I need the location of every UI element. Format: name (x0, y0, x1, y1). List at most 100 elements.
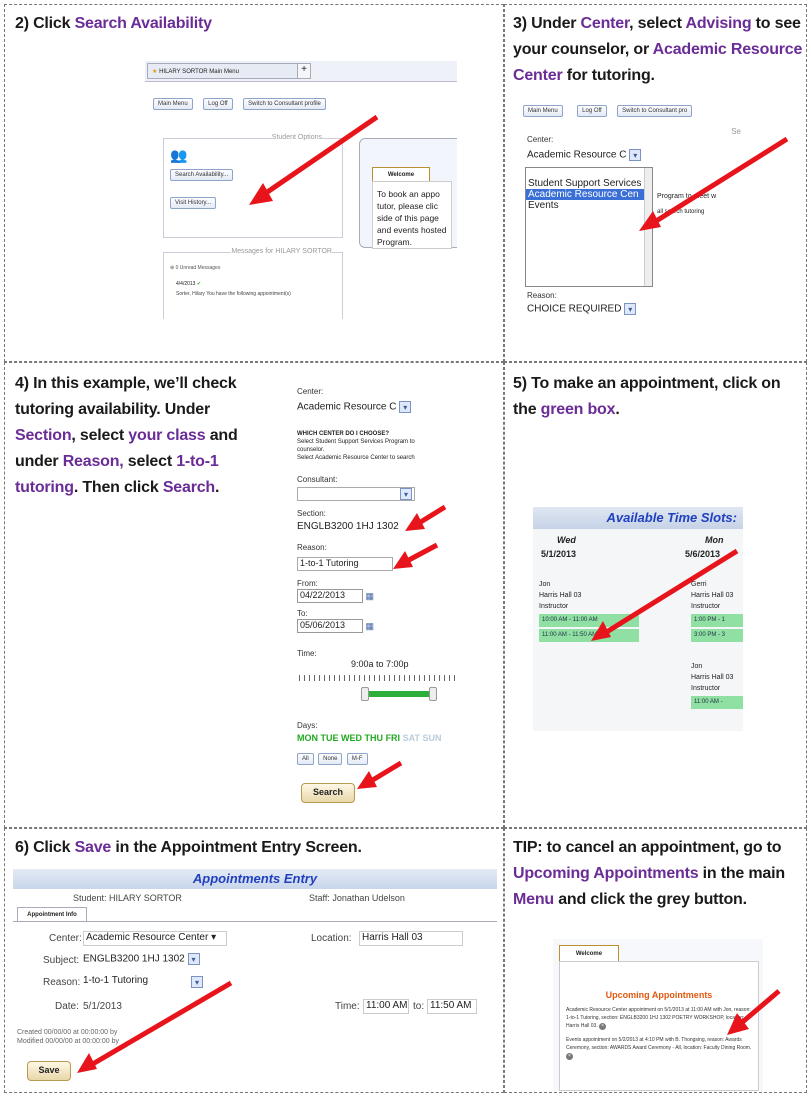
days-all-button[interactable]: All (297, 753, 314, 765)
time-range-value: 9:00a to 7:00p (351, 659, 409, 669)
time-slot-green[interactable]: 1:00 PM - 1 (691, 614, 743, 627)
consultant-card: Gerri Harris Hall 03 Instructor 1:00 PM … (691, 579, 743, 642)
day-fri[interactable]: FRI (386, 733, 401, 743)
section-label: Section: (297, 509, 326, 518)
consultant-role: Instructor (691, 603, 721, 610)
days-mf-button[interactable]: M-F (346, 753, 368, 765)
search-button[interactable]: Search (301, 783, 355, 803)
step-2-heading: 2) Click Search Availability (15, 15, 212, 32)
consultant-select[interactable]: ▾ (297, 487, 415, 501)
side-text-2: all search tutoring (657, 209, 705, 215)
unread-messages[interactable]: ⊕ 0 Unread Messages (170, 265, 220, 271)
days-row: MON TUE WED THU FRI SAT SUN (297, 733, 441, 743)
time-slot-green[interactable]: 11:00 AM - 11:50 AM (539, 629, 639, 642)
log-off-button[interactable]: Log Off (577, 105, 607, 117)
consultant-location: Harris Hall 03 (539, 592, 582, 599)
location-label: Location: (311, 933, 352, 944)
step-6-screenshot: Appointments Entry Student: HILARY SORTO… (13, 869, 497, 1091)
step-4-panel: 4) In this example, we’ll check tutoring … (4, 362, 504, 828)
subject-select[interactable]: ENGLB3200 1HJ 1302 ▾ (83, 953, 207, 968)
step-5-screenshot: Available Time Slots: Wed 5/1/2013 Mon 5… (533, 507, 743, 731)
time-label: Time: (335, 1001, 360, 1012)
day-tue[interactable]: TUE (321, 733, 339, 743)
main-menu-button[interactable]: Main Menu (153, 98, 193, 110)
star-icon: ★ (152, 69, 158, 75)
chevron-down-icon[interactable]: ▾ (629, 149, 642, 161)
consultant-card: Jon Harris Hall 03 Instructor 11:00 AM - (691, 661, 743, 709)
which-center-title: WHICH CENTER DO I CHOOSE? (297, 431, 390, 437)
messages-box: Messages for HILARY SORTOR ⊕ 0 Unread Me… (163, 248, 343, 319)
time-slot-green[interactable]: 3:00 PM - 3 (691, 629, 743, 642)
browser-tab[interactable]: ★ HILARY SORTOR Main Menu (147, 63, 299, 79)
day-thu[interactable]: THU (365, 733, 384, 743)
calendar-icon[interactable]: ▦ (365, 621, 374, 632)
day-sun[interactable]: SUN (422, 733, 441, 743)
center-options-list[interactable]: Student Support Services Academic Resour… (525, 167, 653, 287)
time-slot-green[interactable]: 11:00 AM - (691, 696, 743, 709)
appointment-2: Events appointment on 5/2/2013 at 4:10 P… (566, 1037, 752, 1060)
chevron-down-icon[interactable]: ▾ (624, 303, 637, 315)
days-none-button[interactable]: None (318, 753, 343, 765)
log-off-button[interactable]: Log Off (203, 98, 233, 110)
cancel-appointment-button[interactable]: × (566, 1053, 573, 1060)
student-name: Student: HILARY SORTOR (73, 893, 182, 903)
step-6-panel: 6) Click Save in the Appointment Entry S… (4, 828, 504, 1093)
cancel-appointment-button[interactable]: × (599, 1023, 607, 1030)
visit-history-button[interactable]: Visit History... (170, 197, 217, 209)
from-date-field[interactable]: 04/22/2013 ▦ (297, 589, 374, 603)
consultant-name: Gerri (691, 581, 707, 588)
reason-select[interactable]: 1-to-1 Tutoring ▾ (83, 975, 207, 990)
day-wed[interactable]: WED (341, 733, 362, 743)
option-events[interactable]: Events (526, 200, 652, 211)
reason-select[interactable]: CHOICE REQUIRED ▾ (527, 303, 637, 315)
center-select[interactable]: Academic Resource C ▾ (297, 401, 412, 413)
welcome-tab[interactable]: Welcome (372, 167, 430, 181)
day-sat[interactable]: SAT (403, 733, 420, 743)
search-availability-button[interactable]: Search Availability... (170, 169, 234, 181)
new-tab-button[interactable]: + (297, 63, 311, 79)
center-select[interactable]: Academic Resource C ▾ (527, 149, 642, 161)
slider-handle-end[interactable] (429, 687, 437, 701)
step-2-screenshot: ★ HILARY SORTOR Main Menu + Main Menu Lo… (145, 61, 457, 319)
location-field[interactable]: Harris Hall 03 (359, 931, 463, 946)
reason-select[interactable]: 1-to-1 Tutoring (297, 557, 393, 571)
day-mon[interactable]: MON (297, 733, 318, 743)
tip-heading: TIP: to cancel an appointment, go to Upc… (513, 839, 785, 908)
appointment-info-tab[interactable]: Appointment Info (17, 907, 87, 921)
save-button[interactable]: Save (27, 1061, 71, 1081)
step-3-panel: 3) Under Center, select Advising to see … (504, 4, 807, 362)
reason-label: Reason: (297, 543, 327, 552)
time-to-field[interactable]: 11:50 AM (427, 999, 477, 1014)
time-slider[interactable] (299, 675, 459, 705)
side-text-1: Program to meet w (657, 193, 717, 200)
time-slot-green[interactable]: 10:00 AM - 11:00 AM (539, 614, 639, 627)
calendar-icon[interactable]: ▦ (365, 591, 374, 602)
slider-handle-start[interactable] (361, 687, 369, 701)
chevron-down-icon[interactable]: ▾ (191, 976, 203, 988)
option-academic-resource[interactable]: Academic Resource Cen (526, 189, 652, 200)
to-date-field[interactable]: 05/06/2013 ▦ (297, 619, 374, 633)
main-menu-button[interactable]: Main Menu (523, 105, 563, 117)
col1-date: 5/1/2013 (541, 549, 577, 559)
chevron-down-icon[interactable]: ▾ (211, 932, 216, 943)
center-label: Center: (49, 933, 82, 944)
consultant-label: Consultant: (297, 475, 338, 484)
consultant-location: Harris Hall 03 (691, 592, 734, 599)
center-label: Center: (527, 135, 554, 144)
section-select[interactable]: ENGLB3200 1HJ 1302 (297, 521, 399, 532)
chevron-down-icon[interactable]: ▾ (187, 953, 200, 965)
staff-name: Staff: Jonathan Udelson (309, 893, 405, 903)
consultant-location: Harris Hall 03 (691, 674, 734, 681)
center-select[interactable]: Academic Resource Center ▾ (83, 931, 227, 946)
switch-profile-button[interactable]: Switch to Consultant profile (243, 98, 326, 110)
option-student-support[interactable]: Student Support Services (526, 168, 652, 189)
student-options-title: Student Options (271, 134, 322, 141)
chevron-down-icon[interactable]: ▾ (399, 401, 412, 413)
consultant-role: Instructor (539, 603, 569, 610)
time-from-field[interactable]: 11:00 AM (363, 999, 409, 1014)
messages-title: Messages for HILARY SORTOR (231, 248, 332, 255)
switch-profile-button[interactable]: Switch to Consultant pro (617, 105, 693, 117)
scrollbar[interactable] (644, 168, 652, 286)
chevron-down-icon[interactable]: ▾ (400, 488, 412, 500)
welcome-tab[interactable]: Welcome (559, 945, 619, 961)
